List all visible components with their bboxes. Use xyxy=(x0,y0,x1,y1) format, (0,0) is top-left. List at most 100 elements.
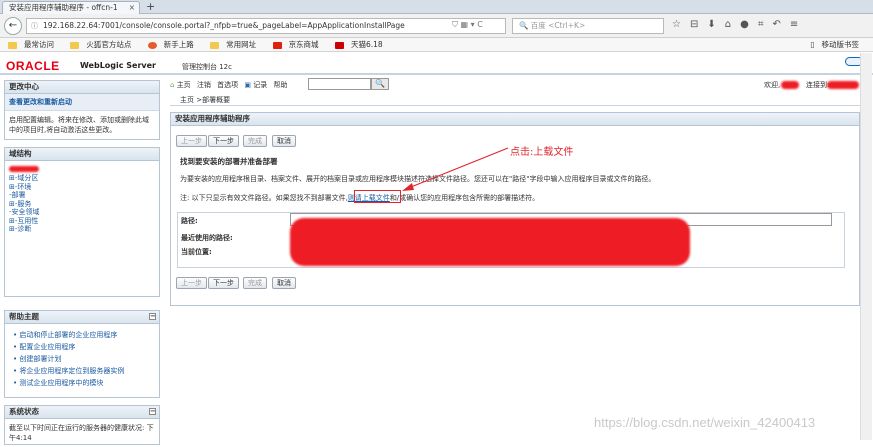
annotation-arrow-icon xyxy=(402,147,509,191)
folder-icon xyxy=(210,41,220,49)
tree-item-services[interactable]: ⊞-服务 xyxy=(9,200,31,208)
record-icon: ▣ xyxy=(244,81,252,89)
dropdown-icon[interactable]: ▾ xyxy=(471,20,475,29)
bookmark-item[interactable]: 京东商城 xyxy=(269,40,322,49)
breadcrumb[interactable]: 主页 >部署概要 xyxy=(170,94,860,106)
annotation-highlight-box xyxy=(354,190,401,203)
download-icon[interactable]: ⬇ xyxy=(707,19,724,30)
info-icon[interactable]: ⓘ xyxy=(31,19,38,33)
firefox-icon xyxy=(147,41,157,49)
chat-icon[interactable]: ● xyxy=(740,19,758,30)
logout-link[interactable]: 注销 xyxy=(197,81,211,89)
redacted-domain xyxy=(827,81,859,89)
shield-icon[interactable]: ⛉ xyxy=(452,20,458,29)
bookmark-item[interactable]: 新手上路 xyxy=(144,40,197,49)
help-link[interactable]: 创建部署计划 xyxy=(13,353,155,365)
domain-structure-title: 域结构 xyxy=(5,148,159,161)
console-search-button[interactable]: 🔍 xyxy=(371,78,389,90)
tmall-icon xyxy=(334,41,344,49)
reload-icon[interactable]: C xyxy=(477,20,483,29)
prev-button[interactable]: 上一步 xyxy=(176,135,207,147)
next-button[interactable]: 下一步 xyxy=(208,135,239,147)
address-bar[interactable]: ⓘ 192.168.22.64:7001/console/console.por… xyxy=(26,18,506,34)
bookmark-item[interactable]: 火狐官方站点 xyxy=(66,40,134,49)
redacted-paths xyxy=(290,218,690,266)
close-tab-icon[interactable]: × xyxy=(129,2,135,14)
navigation-bar: ← ⓘ 192.168.22.64:7001/console/console.p… xyxy=(0,14,873,38)
system-status-panel: 系统状态 − 截至以下时间正在运行的服务器的健康状况: 下午4:14 xyxy=(4,405,160,445)
path-label: 路径: xyxy=(181,217,198,225)
mobile-bookmarks[interactable]: ▯ 移动版书签 xyxy=(806,38,862,51)
redacted-username xyxy=(781,81,799,89)
tree-item-deployments[interactable]: -部署 xyxy=(9,191,26,199)
help-link[interactable]: 启动和停止部署的企业应用程序 xyxy=(13,329,155,341)
console-toolbar: ⌂ 主页 注销 首选项 ▣ 记录 帮助 xyxy=(170,79,860,91)
install-assistant-title: 安装应用程序辅助程序 xyxy=(171,113,859,126)
menu-icon[interactable]: ≡ xyxy=(790,19,807,30)
bookmark-item[interactable]: 最常访问 xyxy=(4,40,57,49)
new-tab-button[interactable]: + xyxy=(146,0,155,13)
help-topics-list: 启动和停止部署的企业应用程序 配置企业应用程序 创建部署计划 将企业应用程序定位… xyxy=(5,324,159,391)
watermark: https://blog.csdn.net/weixin_42400413 xyxy=(594,415,816,430)
collapse-icon[interactable]: − xyxy=(149,408,156,415)
url-text: 192.168.22.64:7001/console/console.porta… xyxy=(43,21,405,30)
folder-icon xyxy=(8,41,17,49)
search-icon: 🔍 xyxy=(519,21,529,30)
reader-icon[interactable]: ▦ xyxy=(461,20,469,29)
tree-item-domain-partitions[interactable]: ⊞-域分区 xyxy=(9,174,38,182)
collapse-icon[interactable]: − xyxy=(149,313,156,320)
change-center-panel: 更改中心 查看更改和重新启动 启用配置编辑。将来在修改、添加或删除此域中的项目时… xyxy=(4,80,160,140)
back-button[interactable]: ← xyxy=(4,17,22,35)
redacted-domain-name xyxy=(9,166,39,172)
domain-tree: ⊞-域分区 ⊞-环境 -部署 ⊞-服务 -安全领域 ⊞-互用性 ⊞-诊断 xyxy=(5,161,159,238)
tab-title: 安装应用程序辅助程序 - offcn-1 xyxy=(9,3,118,12)
mobile-icon: ▯ xyxy=(810,40,815,49)
domain-structure-panel: 域结构 ⊞-域分区 ⊞-环境 -部署 ⊞-服务 -安全领域 ⊞-互用性 ⊞-诊断 xyxy=(4,147,160,297)
tree-item-environment[interactable]: ⊞-环境 xyxy=(9,183,31,191)
help-link[interactable]: 将企业应用程序定位到服务器实例 xyxy=(13,365,155,377)
record-link[interactable]: ▣ 记录 xyxy=(244,81,267,89)
home-icon: ⌂ xyxy=(170,81,175,89)
search-input[interactable]: 🔍 百度 <Ctrl+K> xyxy=(512,18,664,34)
finish-button-bottom[interactable]: 完成 xyxy=(243,277,267,289)
cancel-button[interactable]: 取消 xyxy=(272,135,296,147)
bookmark-item[interactable]: 常用网址 xyxy=(206,40,259,49)
tab-bar: 安装应用程序辅助程序 - offcn-1 × + xyxy=(0,0,873,14)
help-link[interactable]: 帮助 xyxy=(273,81,287,89)
help-link[interactable]: 配置企业应用程序 xyxy=(13,341,155,353)
bookmark-item[interactable]: 天猫6.18 xyxy=(331,40,386,49)
section-desc: 为要安装的应用程序根目录、档案文件、展开的档案目录或应用程序模块描述符选择文件路… xyxy=(180,175,656,183)
finish-button[interactable]: 完成 xyxy=(243,135,267,147)
bookmarks-bar: 最常访问 火狐官方站点 新手上路 常用网址 京东商城 天猫6.18 ▯ 移动版书签 xyxy=(0,38,873,52)
scrollbar[interactable] xyxy=(860,53,872,440)
reading-list-icon[interactable]: ⊟ xyxy=(690,19,707,30)
browser-toolbar: ☆⊟⬇⌂●⌗↶≡ xyxy=(672,18,807,34)
product-subtitle: 管理控制台 12c xyxy=(182,63,232,71)
undo-icon[interactable]: ↶ xyxy=(772,19,789,30)
system-status-desc: 截至以下时间正在运行的服务器的健康状况: 下午4:14 xyxy=(9,424,154,442)
view-changes-link[interactable]: 查看更改和重新启动 xyxy=(5,94,159,111)
cancel-button-bottom[interactable]: 取消 xyxy=(272,277,296,289)
tree-item-security-realms[interactable]: -安全领域 xyxy=(9,208,40,216)
preferences-link[interactable]: 首选项 xyxy=(217,81,238,89)
console-search-input[interactable] xyxy=(308,78,371,90)
bookmark-star-icon[interactable]: ☆ xyxy=(672,19,690,30)
prev-button-bottom[interactable]: 上一步 xyxy=(176,277,207,289)
tree-item-interoperability[interactable]: ⊞-互用性 xyxy=(9,217,38,225)
recent-paths-label: 最近使用的路径: xyxy=(181,234,233,242)
extension-icon[interactable]: ⌗ xyxy=(758,19,773,30)
change-center-title: 更改中心 xyxy=(5,81,159,94)
section-title: 找到要安装的部署并准备部署 xyxy=(180,157,278,166)
folder-icon xyxy=(70,41,80,49)
help-topics-title: 帮助主题 − xyxy=(5,311,159,324)
jd-icon xyxy=(272,41,282,49)
change-center-desc: 启用配置编辑。将来在修改、添加或删除此域中的项目时,将自动激活这些更改。 xyxy=(9,116,149,134)
connected-to-text: 连接到: xyxy=(806,81,830,89)
home-icon[interactable]: ⌂ xyxy=(725,19,740,30)
tree-item-diagnostics[interactable]: ⊞-诊断 xyxy=(9,225,31,233)
browser-tab[interactable]: 安装应用程序辅助程序 - offcn-1 × xyxy=(2,1,140,14)
help-link[interactable]: 测试企业应用程序中的模块 xyxy=(13,377,155,389)
home-link[interactable]: ⌂ 主页 xyxy=(170,81,191,89)
next-button-bottom[interactable]: 下一步 xyxy=(208,277,239,289)
oracle-logo: ORACLE xyxy=(6,59,60,73)
